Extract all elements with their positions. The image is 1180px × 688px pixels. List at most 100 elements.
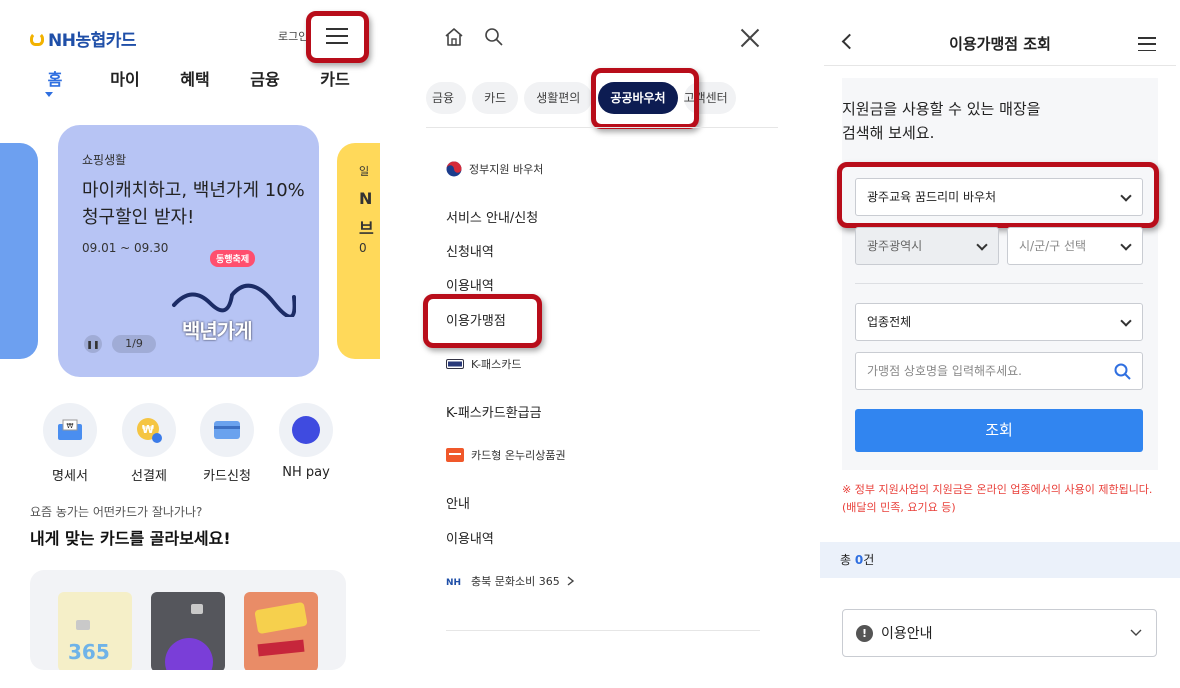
search-placeholder: 가맹점 상호명을 입력해주세요. bbox=[867, 364, 1022, 378]
nh-icon: NH bbox=[446, 578, 461, 587]
chip-card[interactable]: 카드 bbox=[472, 82, 519, 114]
quick-action-label: 명세서 bbox=[52, 469, 88, 484]
tab-home[interactable]: 홈 bbox=[30, 66, 80, 90]
result-count-bar: 총 0건 bbox=[820, 542, 1180, 578]
hamburger-menu-icon[interactable] bbox=[1138, 37, 1156, 51]
divider bbox=[855, 283, 1143, 284]
next-card-text: 일 bbox=[359, 165, 370, 178]
result-count: 0 bbox=[854, 553, 864, 567]
banner-brand-text: 백년가게 bbox=[182, 319, 253, 343]
festival-badge: 동행축제 bbox=[210, 250, 256, 267]
tab-my[interactable]: 마이 bbox=[100, 66, 150, 90]
merchant-search-screen: 이용가맹점 조회 지원금을 사용할 수 있는 매장을 검색해 보세요. 광주교육… bbox=[820, 0, 1180, 688]
card-thumbnail[interactable] bbox=[244, 592, 318, 670]
region-select: 광주광역시 bbox=[855, 227, 999, 265]
menu-kpass-refund[interactable]: K-패스카드환급금 bbox=[446, 402, 542, 421]
region-select-value: 광주광역시 bbox=[867, 239, 923, 253]
top-nav: 홈 마이 혜택 금융 카드 bbox=[30, 66, 360, 90]
menu-application-history[interactable]: 신청내역 bbox=[446, 241, 494, 260]
banner-category: 쇼핑생활 bbox=[82, 153, 127, 167]
card-recommend-box: 365 bbox=[30, 570, 346, 670]
menu-service-info[interactable]: 서비스 안내/신청 bbox=[446, 207, 538, 226]
chevron-down-icon bbox=[1120, 239, 1132, 251]
count-suffix: 건 bbox=[863, 553, 875, 567]
chevron-right-icon bbox=[567, 576, 574, 586]
nh-logo-icon bbox=[30, 31, 44, 46]
lead-text: 지원금을 사용할 수 있는 매장을 검색해 보세요. bbox=[842, 97, 1040, 145]
quick-statement[interactable]: ₩ 명세서 bbox=[35, 403, 105, 484]
tab-benefits[interactable]: 혜택 bbox=[170, 66, 220, 90]
search-icon[interactable] bbox=[1114, 363, 1131, 380]
banner-page-indicator: 1/9 bbox=[112, 335, 156, 353]
chevron-down-icon bbox=[1130, 629, 1142, 636]
menu-usage-history[interactable]: 이용내역 bbox=[446, 275, 494, 294]
svg-text:₩: ₩ bbox=[67, 422, 74, 430]
divider bbox=[446, 630, 760, 631]
card-icon bbox=[200, 403, 254, 457]
login-link[interactable]: 로그인 bbox=[278, 28, 308, 44]
kpass-icon bbox=[446, 359, 464, 369]
search-icon[interactable] bbox=[484, 27, 504, 47]
nh-pay-icon bbox=[279, 403, 333, 457]
highlight-voucher-select bbox=[837, 162, 1159, 228]
card-365-text: 365 bbox=[68, 640, 110, 664]
recommend-heading: 내게 맞는 카드를 골라보세요! bbox=[30, 529, 231, 548]
usage-guide-accordion[interactable]: ! 이용안내 bbox=[842, 609, 1157, 657]
svg-text:NH: NH bbox=[446, 578, 461, 587]
banner-wave-illustration bbox=[172, 283, 296, 317]
svg-text:₩: ₩ bbox=[142, 423, 154, 436]
section-kpass: K-패스카드 bbox=[446, 356, 522, 372]
next-card-text: N bbox=[359, 189, 373, 208]
next-card-text: 0 bbox=[359, 241, 367, 255]
section-header: 정부지원 바우처 bbox=[469, 163, 544, 176]
card-thumbnail[interactable] bbox=[151, 592, 225, 670]
logo-text: NH농협카드 bbox=[48, 31, 137, 51]
home-icon[interactable] bbox=[444, 27, 464, 47]
district-select-value: 시/군/구 선택 bbox=[1019, 239, 1087, 253]
lead-line: 검색해 보세요. bbox=[842, 124, 935, 142]
count-prefix: 총 bbox=[840, 553, 855, 567]
district-select[interactable]: 시/군/구 선택 bbox=[1007, 227, 1143, 265]
quick-action-label: 선결제 bbox=[131, 469, 167, 484]
nh-card-logo[interactable]: NH농협카드 bbox=[30, 26, 137, 51]
quick-action-label: 카드신청 bbox=[203, 469, 251, 484]
section-header: K-패스카드 bbox=[471, 358, 522, 371]
won-coin-icon: ₩ bbox=[122, 403, 176, 457]
quick-action-label: NH pay bbox=[282, 465, 330, 480]
section-onnuri: 카드형 온누리상품권 bbox=[446, 447, 566, 463]
quick-prepay[interactable]: ₩ 선결제 bbox=[114, 403, 184, 484]
section-chungbuk[interactable]: NH 충북 문화소비 365 bbox=[446, 573, 575, 589]
chip-lifestyle[interactable]: 생활편의 bbox=[524, 82, 593, 114]
banner-title: 마이캐치하고, 백년가게 10% 청구할인 받자! bbox=[82, 180, 305, 228]
close-icon[interactable] bbox=[740, 28, 760, 48]
korea-gov-icon bbox=[446, 161, 462, 177]
merchant-search-input[interactable]: 가맹점 상호명을 입력해주세요. bbox=[855, 352, 1143, 390]
info-exclamation-icon: ! bbox=[856, 624, 873, 642]
chip-finance[interactable]: 금융 bbox=[426, 82, 467, 114]
quick-card-apply[interactable]: 카드신청 bbox=[192, 403, 262, 484]
tab-card[interactable]: 카드 bbox=[310, 66, 360, 90]
promo-banner-card[interactable]: 쇼핑생활 마이캐치하고, 백년가게 10% 청구할인 받자! 09.01 ~ 0… bbox=[58, 125, 319, 377]
section-header: 충북 문화소비 365 bbox=[471, 575, 560, 588]
onnuri-icon bbox=[446, 448, 464, 462]
restriction-notice: ※ 정부 지원사업의 지원금은 온라인 업종에서의 사용이 제한됩니다. (배달… bbox=[842, 481, 1162, 517]
highlight-voucher-chip bbox=[591, 68, 699, 129]
next-card-text: 브 bbox=[359, 219, 374, 238]
menu-onnuri-history[interactable]: 이용내역 bbox=[446, 528, 494, 547]
notice-line: (배달의 민족, 요기요 등) bbox=[842, 501, 956, 514]
home-screen: NH농협카드 로그인 홈 마이 혜택 금융 카드 일 N 브 0 쇼핑생활 마이… bbox=[0, 0, 380, 688]
menu-onnuri-info[interactable]: 안내 bbox=[446, 493, 470, 512]
highlight-merchants-item bbox=[423, 294, 542, 348]
card-thumbnail[interactable]: 365 bbox=[58, 592, 132, 670]
carousel-prev-card[interactable] bbox=[0, 143, 38, 359]
section-header: 카드형 온누리상품권 bbox=[471, 449, 566, 462]
search-button[interactable]: 조회 bbox=[855, 409, 1143, 452]
banner-date: 09.01 ~ 09.30 bbox=[82, 241, 169, 255]
carousel-next-card[interactable]: 일 N 브 0 bbox=[337, 143, 380, 359]
quick-nh-pay[interactable]: NH pay bbox=[271, 403, 341, 480]
section-gov-voucher: 정부지원 바우처 bbox=[446, 161, 543, 177]
recommend-question: 요즘 농가는 어떤카드가 잘나가나? bbox=[30, 505, 203, 519]
category-select[interactable]: 업종전체 bbox=[855, 303, 1143, 341]
tab-finance[interactable]: 금융 bbox=[240, 66, 290, 90]
pause-icon[interactable]: ❚❚ bbox=[84, 335, 102, 353]
